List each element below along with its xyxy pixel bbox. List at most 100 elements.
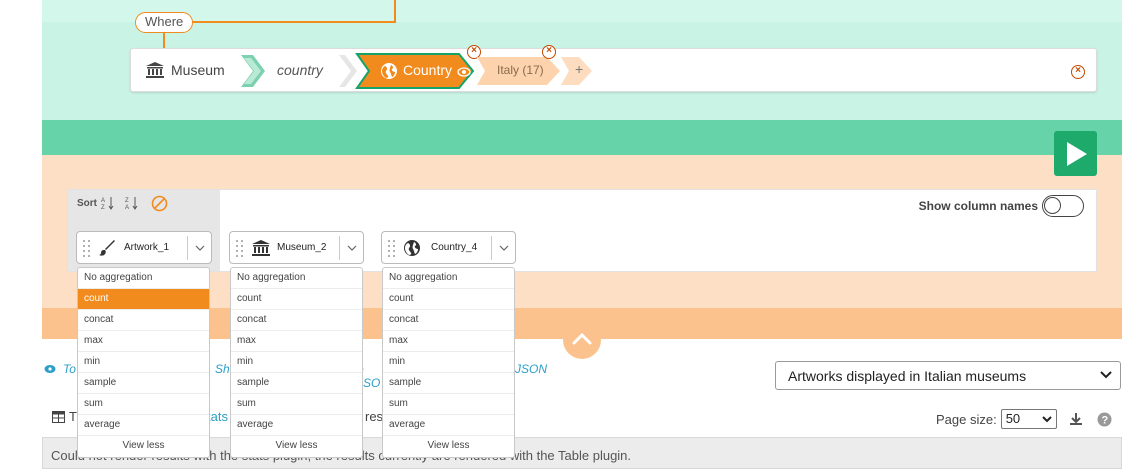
aggregation-option[interactable]: No aggregation xyxy=(231,268,362,289)
aggregation-option[interactable]: concat xyxy=(78,310,209,331)
view-less-button[interactable]: View less xyxy=(383,436,514,457)
eye-icon[interactable] xyxy=(457,65,471,79)
italy-value-node[interactable]: Italy (17) xyxy=(477,57,561,85)
italy-value-label: Italy (17) xyxy=(497,63,544,77)
svg-text:A: A xyxy=(125,205,129,210)
column-label: Country_4 xyxy=(431,242,478,253)
svg-text:Z: Z xyxy=(101,205,105,210)
link-fragment[interactable]: To xyxy=(63,362,76,376)
page-size-value: 50 xyxy=(1005,411,1021,426)
visualization-select-value: Artworks displayed in Italian museums xyxy=(788,368,1027,384)
link-fragment[interactable]: JSON xyxy=(515,362,547,376)
aggregation-list-museum: No aggregation count concat max min samp… xyxy=(230,267,363,458)
aggregation-option[interactable]: sum xyxy=(231,394,362,415)
collapse-button[interactable] xyxy=(563,321,601,359)
chevron-down-icon[interactable] xyxy=(339,236,363,260)
brush-icon xyxy=(99,239,115,256)
country-node-label: Country xyxy=(403,62,453,78)
sort-label: Sort xyxy=(77,198,97,209)
page-size-control: Page size: 50 ? xyxy=(936,409,1112,429)
where-connector-link xyxy=(163,31,165,49)
chevron-down-icon xyxy=(1041,416,1052,423)
sort-ascending-icon[interactable]: A Z xyxy=(101,196,115,210)
query-bar: Museum country Country × Italy (17) × + … xyxy=(130,45,1097,92)
chevron-separator-icon xyxy=(241,55,265,87)
drag-handle-icon[interactable] xyxy=(387,238,397,258)
where-connector-horizontal xyxy=(192,21,396,23)
play-icon xyxy=(1066,141,1087,166)
visualization-select[interactable]: Artworks displayed in Italian museums xyxy=(775,361,1121,390)
column-select-museum[interactable]: Museum_2 xyxy=(229,231,364,264)
country-property[interactable]: country xyxy=(277,49,323,91)
show-column-names[interactable]: Show column names xyxy=(919,195,1084,217)
show-column-names-toggle[interactable] xyxy=(1042,195,1084,217)
column-label: Artwork_1 xyxy=(124,242,170,253)
aggregation-option[interactable]: average xyxy=(78,415,209,436)
aggregation-option[interactable]: sample xyxy=(78,373,209,394)
aggregation-option-selected[interactable]: count xyxy=(78,289,209,310)
tab-fragment[interactable]: T xyxy=(69,409,77,424)
globe-icon xyxy=(381,63,397,79)
aggregation-option[interactable]: count xyxy=(231,289,362,310)
svg-text:Z: Z xyxy=(125,198,129,204)
museum-icon xyxy=(146,62,164,78)
view-less-button[interactable]: View less xyxy=(231,436,362,457)
where-connector-vertical xyxy=(394,0,396,23)
aggregation-list-country: No aggregation count concat max min samp… xyxy=(382,267,515,458)
sort-descending-icon[interactable]: Z A xyxy=(125,196,139,210)
chevron-down-icon[interactable] xyxy=(187,236,211,260)
aggregation-option[interactable]: sample xyxy=(231,373,362,394)
show-column-names-label: Show column names xyxy=(918,199,1038,213)
aggregation-option[interactable]: average xyxy=(231,415,362,436)
aggregation-option[interactable]: No aggregation xyxy=(383,268,514,289)
aggregation-list-artwork: No aggregation count concat max min samp… xyxy=(77,267,210,458)
museum-icon xyxy=(252,239,270,256)
svg-text:A: A xyxy=(101,198,105,204)
aggregation-option[interactable]: min xyxy=(231,352,362,373)
aggregation-option[interactable]: concat xyxy=(231,310,362,331)
country-node[interactable]: Country xyxy=(355,53,475,89)
aggregation-option[interactable]: min xyxy=(78,352,209,373)
results-config-panel: Sort A Z Z A Show column names xyxy=(67,189,1097,272)
aggregation-option[interactable]: min xyxy=(383,352,514,373)
aggregation-option[interactable]: sample xyxy=(383,373,514,394)
aggregation-option[interactable]: max xyxy=(383,331,514,352)
drag-handle-icon[interactable] xyxy=(235,238,245,258)
no-sort-icon[interactable] xyxy=(151,195,168,212)
chevron-down-icon xyxy=(1100,371,1112,379)
view-less-button[interactable]: View less xyxy=(78,436,209,457)
aggregation-option[interactable]: concat xyxy=(383,310,514,331)
drag-handle-icon[interactable] xyxy=(82,238,92,258)
aggregation-option[interactable]: average xyxy=(383,415,514,436)
help-icon[interactable]: ? xyxy=(1097,412,1112,427)
museum-node[interactable]: Museum xyxy=(145,49,225,91)
where-pill[interactable]: Where xyxy=(135,12,194,33)
table-icon xyxy=(52,411,65,423)
column-label: Museum_2 xyxy=(277,242,327,253)
globe-icon xyxy=(404,239,420,256)
aggregation-option[interactable]: No aggregation xyxy=(78,268,209,289)
toggle-knob xyxy=(1044,197,1061,214)
run-query-button[interactable] xyxy=(1054,131,1097,176)
tab-fragment[interactable]: res xyxy=(365,409,383,424)
eye-icon xyxy=(44,365,56,373)
page-size-label: Page size: xyxy=(936,411,997,427)
aggregation-option[interactable]: max xyxy=(78,331,209,352)
svg-text:?: ? xyxy=(1101,414,1108,426)
clear-query-icon[interactable]: × xyxy=(1071,65,1085,79)
close-icon[interactable]: × xyxy=(542,45,556,59)
column-select-country[interactable]: Country_4 xyxy=(381,231,516,264)
museum-node-label: Museum xyxy=(171,62,225,78)
aggregation-option[interactable]: sum xyxy=(383,394,514,415)
tab-fragment[interactable]: tats xyxy=(207,409,228,424)
divider-band xyxy=(42,120,1122,155)
download-icon[interactable] xyxy=(1069,412,1083,426)
aggregation-option[interactable]: sum xyxy=(78,394,209,415)
add-value-button[interactable]: + xyxy=(561,57,592,85)
chevron-up-icon xyxy=(572,332,592,345)
aggregation-option[interactable]: max xyxy=(231,331,362,352)
chevron-down-icon[interactable] xyxy=(491,236,515,260)
column-select-artwork[interactable]: Artwork_1 xyxy=(76,231,212,264)
aggregation-option[interactable]: count xyxy=(383,289,514,310)
page-size-select[interactable]: 50 xyxy=(1000,409,1057,429)
